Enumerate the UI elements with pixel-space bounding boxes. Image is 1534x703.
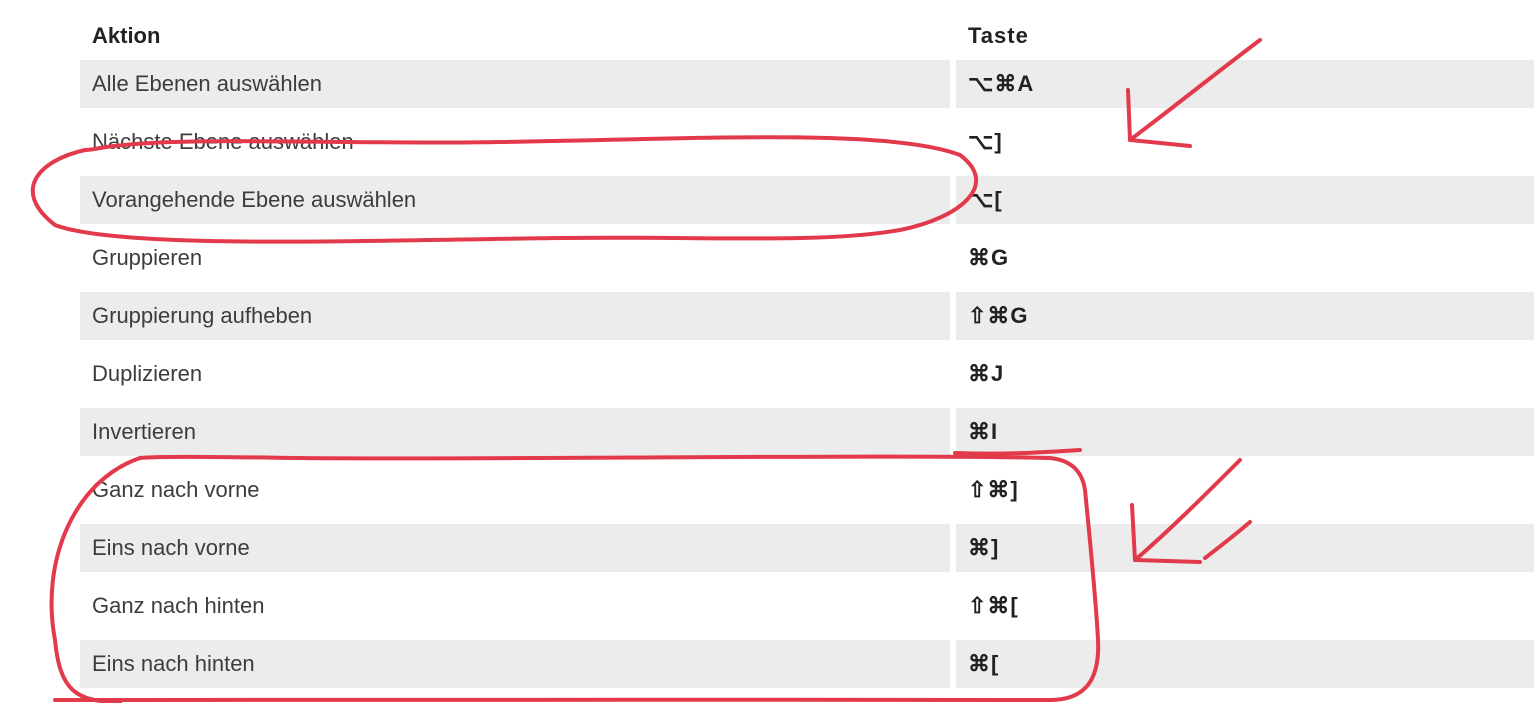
cell-key: ⇧⌘[	[956, 582, 1534, 630]
table-row: Ganz nach vorne⇧⌘]	[80, 466, 1534, 514]
cell-key: ⌘]	[956, 524, 1534, 572]
cell-action: Ganz nach vorne	[80, 466, 950, 514]
cell-key: ⌥]	[956, 118, 1534, 166]
cell-action: Duplizieren	[80, 350, 950, 398]
cell-key: ⌥[	[956, 176, 1534, 224]
shortcuts-table: Aktion Taste Alle Ebenen auswählen⌥⌘ANäc…	[80, 12, 1534, 688]
table-row: Nächste Ebene auswählen⌥]	[80, 118, 1534, 166]
cell-action: Gruppierung aufheben	[80, 292, 950, 340]
table-body: Alle Ebenen auswählen⌥⌘ANächste Ebene au…	[80, 60, 1534, 688]
cell-action: Ganz nach hinten	[80, 582, 950, 630]
cell-key: ⇧⌘]	[956, 466, 1534, 514]
cell-key: ⌘I	[956, 408, 1534, 456]
cell-action: Invertieren	[80, 408, 950, 456]
cell-action: Gruppieren	[80, 234, 950, 282]
cell-action: Nächste Ebene auswählen	[80, 118, 950, 166]
header-key: Taste	[956, 12, 1534, 60]
cell-action: Eins nach vorne	[80, 524, 950, 572]
table-row: Gruppierung aufheben⇧⌘G	[80, 292, 1534, 340]
table-row: Invertieren⌘I	[80, 408, 1534, 456]
cell-key: ⌘G	[956, 234, 1534, 282]
table-row: Eins nach hinten⌘[	[80, 640, 1534, 688]
table-row: Ganz nach hinten⇧⌘[	[80, 582, 1534, 630]
cell-action: Vorangehende Ebene auswählen	[80, 176, 950, 224]
cell-action: Alle Ebenen auswählen	[80, 60, 950, 108]
table-row: Duplizieren⌘J	[80, 350, 1534, 398]
cell-key: ⇧⌘G	[956, 292, 1534, 340]
cell-action: Eins nach hinten	[80, 640, 950, 688]
cell-key: ⌥⌘A	[956, 60, 1534, 108]
table-row: Eins nach vorne⌘]	[80, 524, 1534, 572]
table-row: Alle Ebenen auswählen⌥⌘A	[80, 60, 1534, 108]
table-row: Gruppieren⌘G	[80, 234, 1534, 282]
table-row: Vorangehende Ebene auswählen⌥[	[80, 176, 1534, 224]
header-action: Aktion	[80, 12, 950, 60]
cell-key: ⌘J	[956, 350, 1534, 398]
cell-key: ⌘[	[956, 640, 1534, 688]
table-header-row: Aktion Taste	[80, 12, 1534, 60]
